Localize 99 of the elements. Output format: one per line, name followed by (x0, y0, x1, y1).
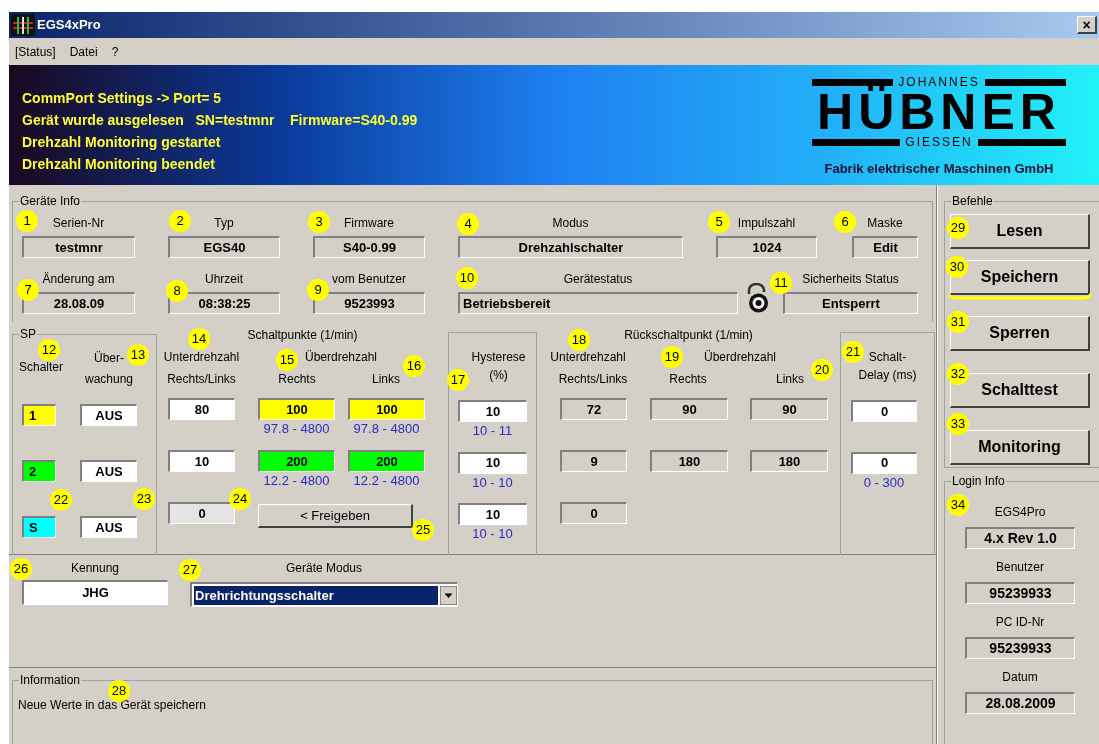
menu-item[interactable]: ? (111, 42, 119, 61)
status-message: Drehzahl Monitoring gestartet (22, 133, 222, 152)
range-text: 0 - 300 (862, 474, 906, 491)
mode-dropdown[interactable]: Drehrichtungsschalter (190, 582, 458, 607)
status-message: CommPort Settings -> Port= 5 (22, 89, 223, 108)
range-text: 97.8 - 4800 (262, 421, 331, 438)
readout-field: S40-0.99 (313, 236, 425, 258)
column-header: Überdrehzahl (304, 349, 377, 366)
company-name: Fabrik elektrischer Maschinen GmbH (824, 160, 1054, 178)
group-label: Information (19, 672, 82, 688)
readout-field: Entsperrt (783, 292, 918, 314)
field-label: Datum (1002, 670, 1038, 684)
input-field[interactable]: 10 (458, 451, 527, 474)
readout-field: 95239933 (965, 582, 1075, 604)
input-field[interactable]: 100 (348, 398, 425, 421)
window-title: EGS4xPro (37, 16, 101, 35)
input-field[interactable]: 200 (258, 450, 335, 473)
readout-field: 180 (650, 450, 728, 473)
input-field[interactable]: 200 (348, 450, 425, 473)
input-field[interactable]: AUS (80, 404, 137, 426)
field-label: Kennung (70, 561, 119, 575)
column-header: Unterdrehzahl (163, 349, 240, 366)
field-label: Gerätestatus (563, 272, 633, 286)
dropdown-arrow-icon[interactable] (440, 585, 457, 605)
input-field[interactable]: 10 (458, 399, 527, 422)
field-label: Modus (552, 216, 589, 230)
input-field[interactable]: 80 (168, 398, 235, 421)
menu-item[interactable]: [Status] (15, 42, 56, 61)
close-button[interactable]: × (1077, 16, 1097, 34)
field-label: Serien-Nr (52, 216, 105, 230)
readout-field: 90 (750, 398, 828, 421)
readout-field: 0 (560, 502, 627, 525)
status-message: Gerät wurde ausgelesen SN=testmnr Firmware=S40-0.99 (22, 111, 418, 130)
field-label: vom Benutzer (331, 272, 406, 286)
range-text: 12.2 - 4800 (352, 473, 421, 490)
readout-field: 180 (750, 450, 828, 473)
column-header: Rechts (669, 371, 707, 388)
column-header: Rechts (278, 371, 316, 388)
input-field[interactable]: 100 (258, 398, 335, 421)
logo-text: JOHANNES (898, 75, 980, 89)
readout-field: 72 (560, 398, 627, 421)
release-button[interactable]: < Freigeben (258, 504, 413, 529)
input-field[interactable]: 10 (168, 450, 235, 473)
readout-field: 9 (560, 450, 627, 473)
group-label: Login Info (951, 473, 1006, 489)
column-header: Schalter (19, 359, 63, 376)
input-field[interactable]: 10 (458, 503, 527, 526)
field-label: EGS4Pro (994, 505, 1046, 519)
readout-field: 4.x Rev 1.0 (965, 527, 1075, 549)
column-header: Hysterese (%) (471, 349, 526, 384)
range-text: 10 - 10 (471, 474, 514, 491)
menu-item[interactable]: Datei (69, 42, 98, 61)
range-text: 12.2 - 4800 (262, 473, 331, 490)
app-icon (11, 14, 35, 36)
field-label: Geräte Modus (285, 561, 362, 575)
group-label: Geräte Info (19, 193, 82, 209)
logo-text: GIESSEN (905, 135, 973, 149)
field-label: PC ID-Nr (995, 615, 1045, 629)
readout-field: 95239933 (965, 637, 1075, 659)
readout-field: 2 (22, 460, 56, 482)
range-text: 10 - 11 (471, 422, 514, 439)
readout-field: EGS40 (168, 236, 280, 258)
column-header: Überdrehzahl (703, 349, 776, 366)
input-field[interactable]: AUS (80, 460, 137, 482)
column-header: Links (776, 371, 804, 388)
status-message: Drehzahl Monitoring beendet (22, 155, 216, 174)
field-label: Firmware (344, 216, 394, 230)
readout-field: testmnr (22, 236, 135, 258)
input-field[interactable]: AUS (80, 516, 137, 538)
range-text: 10 - 10 (471, 526, 514, 543)
input-field[interactable]: 0 (851, 399, 917, 422)
readout-field: 1024 (716, 236, 817, 258)
readout-field: S (22, 516, 56, 538)
field-label: Maske (867, 216, 903, 230)
readout-field: 28.08.2009 (965, 692, 1075, 714)
field-label: Änderung am (42, 272, 115, 286)
readout-field: Drehzahlschalter (458, 236, 683, 258)
column-header: Schaltpunkte (1/min) (247, 327, 358, 344)
column-header: Rückschaltpunkt (1/min) (624, 327, 753, 344)
readout-field: 28.08.09 (22, 292, 135, 314)
field-label: Typ (214, 216, 234, 230)
field-label: Benutzer (996, 560, 1044, 574)
column-header: Links (372, 371, 400, 388)
range-text: 97.8 - 4800 (352, 421, 421, 438)
group-label: SP (19, 326, 37, 342)
readout-field: 1 (22, 404, 56, 426)
group-label: Befehle (951, 193, 994, 209)
command-button[interactable]: Monitoring (950, 430, 1090, 465)
column-header: Rechts/Links (167, 371, 236, 388)
column-header: Rechts/Links (558, 371, 628, 388)
field-label: Impulszahl (737, 216, 796, 230)
field-label: Uhrzeit (205, 272, 243, 286)
column-header: Unterdrehzahl (550, 349, 626, 366)
input-field[interactable]: 0 (851, 451, 917, 474)
field-label: Sicherheits Status (802, 272, 899, 286)
input-field[interactable]: JHG (22, 580, 168, 605)
readout-field: 90 (650, 398, 728, 421)
readout-field: Betriebsbereit (458, 292, 738, 314)
readout-field: Edit (852, 236, 918, 258)
